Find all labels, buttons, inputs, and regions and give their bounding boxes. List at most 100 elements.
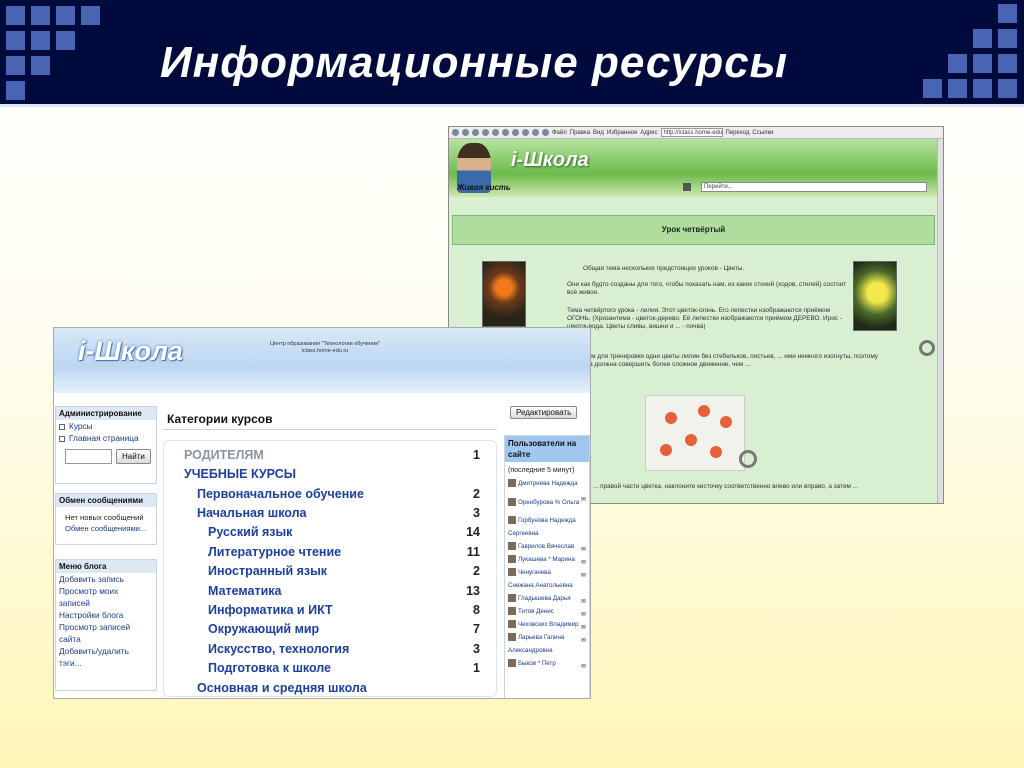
- messages-link[interactable]: Обмен сообщениями...: [56, 523, 156, 534]
- blog-settings-link[interactable]: Настройки блога: [56, 609, 156, 621]
- user-name: Гладышева Дарья: [518, 595, 571, 602]
- menu-edit[interactable]: Правка: [570, 130, 590, 136]
- online-user[interactable]: Горбунова Надежда: [505, 515, 589, 528]
- admin-item-label: Курсы: [69, 421, 93, 431]
- user-name: Оренбурова % Ольга: [518, 499, 580, 506]
- checkbox-icon: [59, 423, 65, 430]
- online-user[interactable]: Титов Денис ✉: [505, 606, 589, 619]
- print-icon[interactable]: [683, 183, 691, 191]
- forward-icon[interactable]: [462, 129, 469, 136]
- category-item[interactable]: Иностранный язык 2: [164, 564, 480, 578]
- online-user[interactable]: Гаврилов Вячеслав ✉: [505, 541, 589, 554]
- vertical-scrollbar[interactable]: [937, 139, 943, 503]
- decor-square: [948, 79, 967, 98]
- decor-square: [6, 81, 25, 100]
- message-icon[interactable]: ✉: [581, 609, 586, 619]
- decor-square: [973, 29, 992, 48]
- admin-home-link[interactable]: Главная страница: [56, 432, 156, 444]
- stop-icon[interactable]: [472, 129, 479, 136]
- refresh-icon[interactable]: [482, 129, 489, 136]
- message-icon[interactable]: ✉: [581, 622, 586, 632]
- category-count: 3: [473, 642, 480, 656]
- category-item[interactable]: Первоначальное обучение 2: [164, 487, 480, 501]
- admin-title: Администрирование: [56, 407, 156, 420]
- category-count: 13: [466, 584, 480, 598]
- blog-add-entry-link[interactable]: Добавить запись: [56, 573, 156, 585]
- menu-file[interactable]: Файл: [552, 130, 567, 136]
- category-item[interactable]: Окружающий мир 7: [164, 622, 480, 636]
- online-user[interactable]: Лукашева * Марина ✉: [505, 554, 589, 567]
- online-user[interactable]: Чинугачева ✉: [505, 567, 589, 580]
- category-item[interactable]: Литературное чтение 11: [164, 545, 480, 559]
- category-label: Подготовка к школе: [208, 661, 332, 675]
- address-bar[interactable]: http://iclass.home-edu...: [660, 128, 723, 137]
- orange-lily-photo: [482, 261, 526, 327]
- decor-square: [998, 4, 1017, 23]
- category-item[interactable]: УЧЕБНЫЕ КУРСЫ: [164, 467, 480, 481]
- category-item[interactable]: РОДИТЕЛЯМ 1: [164, 448, 480, 462]
- zoom-icon[interactable]: [739, 450, 757, 468]
- center-name: Центр образования "Технологии обучения" …: [250, 341, 400, 355]
- category-label: Математика: [208, 584, 282, 598]
- blog-tags-link[interactable]: тэги...: [56, 657, 156, 669]
- online-user[interactable]: Гладышева Дарья ✉: [505, 593, 589, 606]
- category-label: Литературное чтение: [208, 545, 342, 559]
- category-item[interactable]: Основная и средняя школа: [164, 681, 480, 695]
- mail-icon[interactable]: [532, 129, 539, 136]
- edit-button[interactable]: Редактировать: [510, 406, 578, 419]
- user-name: Ларьева Галина: [518, 634, 565, 641]
- lesson-paragraph: Общая тема нескольких предстоящих уроков…: [583, 265, 745, 272]
- favorites-icon[interactable]: [512, 129, 519, 136]
- links-button[interactable]: Ссылки: [752, 130, 773, 136]
- category-item[interactable]: Начальная школа 3: [164, 506, 480, 520]
- blog-my-entries-link[interactable]: записей: [56, 597, 156, 609]
- category-item[interactable]: Искусство, технология 3: [164, 642, 480, 656]
- message-icon[interactable]: ✉: [581, 494, 586, 506]
- user-name: Дмитриева Надежда: [518, 480, 578, 487]
- print-icon[interactable]: [542, 129, 549, 136]
- decor-square: [973, 79, 992, 98]
- category-item[interactable]: Информатика и ИКТ 8: [164, 603, 480, 617]
- menu-favorites[interactable]: Избранное: [607, 130, 637, 136]
- search-button[interactable]: Найти: [116, 449, 151, 464]
- search-input[interactable]: [65, 449, 112, 464]
- online-users-title: Пользователи на сайте: [505, 436, 589, 462]
- blog-menu-title: Меню блога: [56, 560, 156, 573]
- blog-tags-link[interactable]: Добавить/удалить: [56, 645, 156, 657]
- category-label: Иностранный язык: [208, 564, 328, 578]
- message-icon[interactable]: ✉: [581, 570, 586, 580]
- category-item[interactable]: Русский язык 14: [164, 525, 480, 539]
- category-item[interactable]: Математика 13: [164, 584, 480, 598]
- online-user[interactable]: Ларьева Галина ✉: [505, 632, 589, 645]
- message-icon[interactable]: ✉: [581, 596, 586, 606]
- online-user[interactable]: Дмитриева Надежда: [505, 478, 589, 491]
- user-name: Быков * Петр: [518, 660, 556, 667]
- back-icon[interactable]: [452, 129, 459, 136]
- admin-courses-link[interactable]: Курсы: [56, 420, 156, 432]
- message-icon[interactable]: ✉: [581, 557, 586, 567]
- online-user[interactable]: Чеховских Владимир ✉: [505, 619, 589, 632]
- message-icon[interactable]: ✉: [581, 635, 586, 645]
- zoom-icon[interactable]: [919, 340, 935, 356]
- no-messages-text: Нет новых сообщений: [65, 513, 144, 522]
- yellow-lily-photo: [853, 261, 897, 331]
- goto-select[interactable]: Перейти...: [701, 182, 927, 192]
- search-icon[interactable]: [502, 129, 509, 136]
- blog-site-entries-link[interactable]: Просмотр записей: [56, 621, 156, 633]
- lesson-title: Урок четвёртый: [452, 215, 935, 245]
- online-user[interactable]: Быков * Петр ✉: [505, 658, 589, 671]
- home-icon[interactable]: [492, 129, 499, 136]
- message-icon[interactable]: ✉: [581, 544, 586, 554]
- blog-my-entries-link[interactable]: Просмотр моих: [56, 585, 156, 597]
- category-item[interactable]: Подготовка к школе 1: [164, 661, 480, 675]
- go-button[interactable]: Переход: [726, 130, 750, 136]
- blog-site-entries-link[interactable]: сайта: [56, 633, 156, 645]
- user-name: Чеховских Владимир: [518, 621, 579, 628]
- lesson-paragraph: ... правой части цветка, наклоните кисто…: [593, 483, 858, 490]
- site-logo: i-Школа: [511, 149, 589, 171]
- online-user[interactable]: Оренбурова % Ольга ✉: [505, 491, 589, 515]
- history-icon[interactable]: [522, 129, 529, 136]
- menu-view[interactable]: Вид: [593, 130, 604, 136]
- message-icon[interactable]: ✉: [581, 661, 586, 671]
- admin-block: Администрирование Курсы Главная страница…: [55, 406, 157, 484]
